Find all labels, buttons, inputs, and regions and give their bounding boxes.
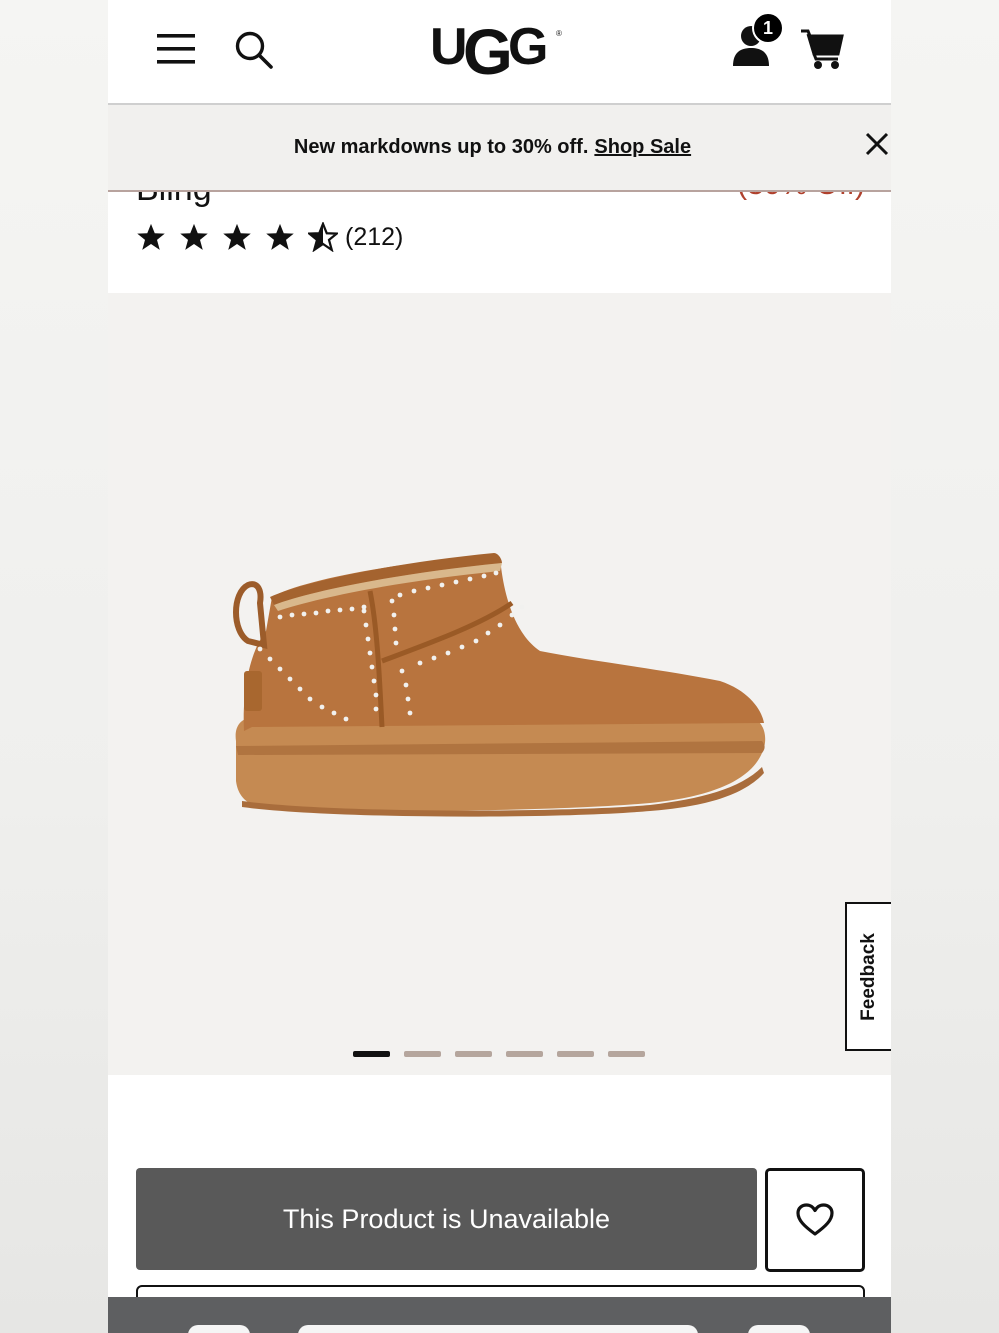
star-icon (223, 223, 251, 250)
svg-text:U: U (430, 18, 465, 76)
gallery-dot[interactable] (353, 1051, 390, 1057)
star-icon (180, 223, 208, 250)
gallery-dot[interactable] (506, 1051, 543, 1057)
page-background-left (0, 0, 108, 1333)
product-rating[interactable]: (212) (136, 218, 403, 256)
svg-text:®: ® (556, 29, 562, 38)
star-icon (266, 223, 294, 250)
product-image (233, 553, 766, 817)
shop-sale-link[interactable]: Shop Sale (594, 136, 691, 159)
ugg-logo[interactable]: U G G ® (430, 14, 570, 86)
half-star-icon (308, 222, 338, 252)
wishlist-button[interactable] (765, 1168, 865, 1272)
feedback-tab[interactable]: Feedback (845, 902, 891, 1051)
menu-button[interactable] (154, 28, 198, 70)
mobile-page: U G G ® 1 New markdowns up to 30% off. S… (108, 0, 891, 1333)
promo-text: New markdowns up to 30% off. (293, 136, 589, 158)
search-button[interactable] (232, 28, 276, 72)
toolbar-control[interactable] (188, 1325, 250, 1333)
gallery-dot[interactable] (608, 1051, 645, 1057)
toolbar-control[interactable] (748, 1325, 810, 1333)
review-count: (212) (345, 222, 404, 251)
product-gallery[interactable] (108, 293, 891, 1075)
site-header: U G G ® 1 (108, 0, 891, 105)
heart-icon (796, 1203, 834, 1236)
gallery-pagination (353, 1051, 659, 1057)
cart-icon (801, 29, 844, 69)
page-background-right (891, 0, 999, 1333)
svg-text:G: G (463, 16, 509, 86)
search-icon (235, 31, 273, 69)
gallery-dot[interactable] (455, 1051, 492, 1057)
cart-button[interactable] (798, 26, 846, 72)
address-bar[interactable] (298, 1325, 698, 1333)
gallery-dot[interactable] (404, 1051, 441, 1057)
browser-bottom-bar (108, 1297, 891, 1333)
star-icon (137, 223, 165, 250)
feedback-label: Feedback (858, 932, 879, 1021)
product-unavailable-button[interactable]: This Product is Unavailable (136, 1168, 757, 1270)
menu-icon (157, 34, 195, 64)
promo-banner: New markdowns up to 30% off. Shop Sale (108, 105, 891, 192)
notification-badge: 1 (752, 12, 784, 44)
svg-text:G: G (508, 18, 548, 76)
gallery-dot[interactable] (557, 1051, 594, 1057)
close-icon[interactable] (864, 131, 890, 157)
